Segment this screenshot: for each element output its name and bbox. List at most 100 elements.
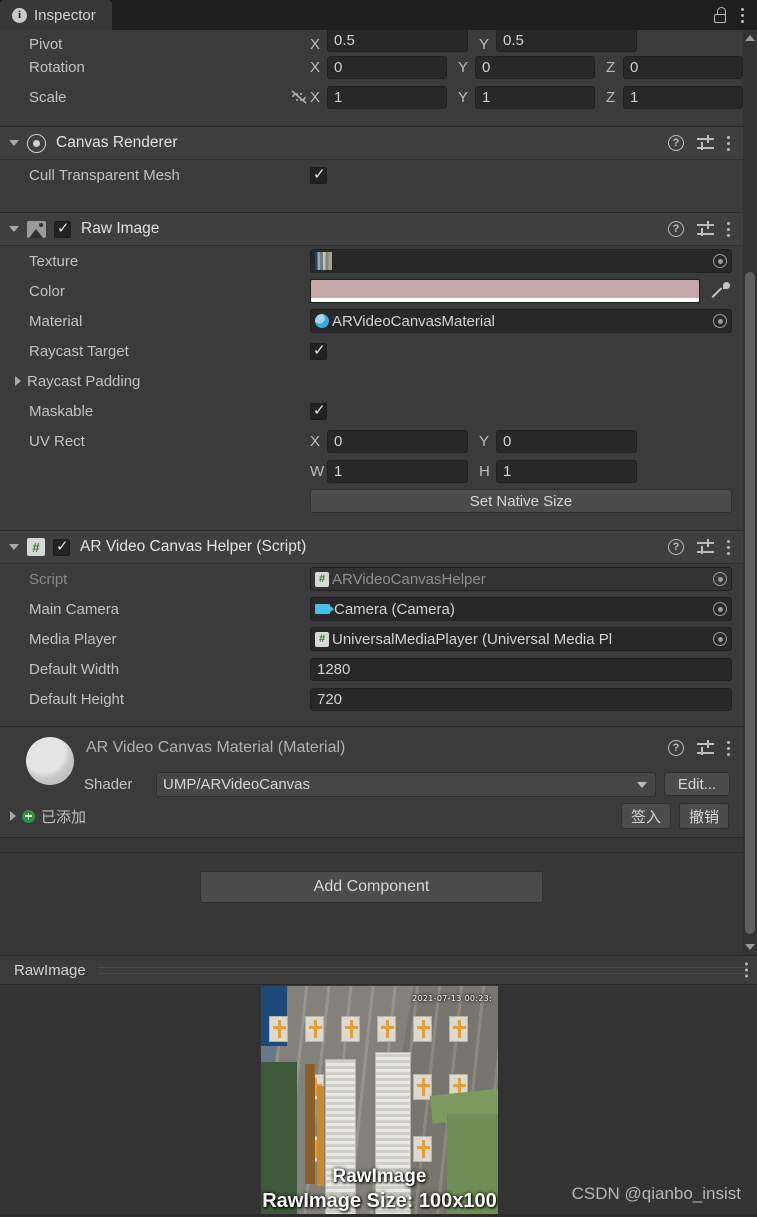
cull-transparent-mesh-checkbox[interactable] — [310, 165, 327, 184]
default-width-field[interactable]: 1280 — [310, 657, 732, 681]
preset-icon[interactable] — [697, 135, 714, 150]
row-shader: Shader UMP/ARVideoCanvas Edit... — [0, 769, 743, 799]
vcs-status-row: 已添加 签入 撤销 — [0, 799, 743, 833]
material-title: AR Video Canvas Material (Material) — [86, 739, 346, 756]
help-icon[interactable]: ? — [668, 135, 684, 151]
component-menu-icon[interactable] — [727, 135, 731, 151]
script-mini-icon: # — [315, 571, 329, 587]
preset-icon[interactable] — [697, 539, 714, 554]
shader-dropdown[interactable]: UMP/ARVideoCanvas — [156, 771, 656, 797]
uv-h-axis: H — [479, 462, 490, 480]
preview-tile — [377, 1016, 396, 1042]
rotation-x-field[interactable]: 0 — [327, 55, 447, 79]
shader-label: Shader — [84, 775, 133, 793]
script-object-field: # ARVideoCanvasHelper — [310, 567, 732, 591]
inspector-scrollbar[interactable] — [743, 30, 757, 955]
color-swatch — [311, 280, 699, 298]
scale-y-field[interactable]: 1 — [475, 85, 595, 109]
main-camera-label: Main Camera — [29, 600, 120, 618]
raw-image-title: Raw Image — [81, 220, 160, 237]
add-component-button[interactable]: Add Component — [200, 871, 543, 903]
link-off-icon[interactable] — [288, 89, 310, 105]
scroll-down-arrow-icon[interactable] — [745, 944, 755, 950]
edit-shader-button[interactable]: Edit... — [664, 772, 730, 796]
pivot-y-field[interactable]: 0.5 — [496, 30, 637, 52]
foldout-triangle-icon[interactable] — [9, 140, 19, 146]
help-icon[interactable]: ? — [668, 221, 684, 237]
raycast-target-checkbox[interactable] — [310, 341, 327, 360]
preview-tile — [269, 1016, 288, 1042]
eyedropper-icon[interactable] — [712, 282, 730, 300]
component-menu-icon[interactable] — [727, 740, 731, 756]
inspector-titlebar: i Inspector — [0, 0, 757, 30]
texture-object-field[interactable] — [310, 249, 732, 273]
rotation-z-field[interactable]: 0 — [623, 55, 743, 79]
row-maskable: Maskable — [0, 396, 743, 426]
component-header-raw-image[interactable]: Raw Image ? — [0, 212, 743, 246]
row-raycast-padding[interactable]: Raycast Padding — [0, 366, 743, 396]
preview-tile — [305, 1016, 324, 1042]
foldout-right-triangle-icon[interactable] — [10, 811, 16, 821]
unity-inspector-window: i Inspector Pivot X 0.5 Y 0.5 Rotation X… — [0, 0, 757, 1217]
helper-enabled-checkbox[interactable] — [53, 537, 70, 556]
main-camera-object-field[interactable]: Camera (Camera) — [310, 597, 732, 621]
vcs-status-label: 已添加 — [41, 808, 87, 826]
canvas-renderer-eye-icon — [27, 133, 46, 153]
row-default-width: Default Width 1280 — [0, 654, 743, 684]
lock-open-icon[interactable] — [713, 7, 727, 23]
raw-image-icon — [27, 220, 46, 238]
scroll-up-arrow-icon[interactable] — [745, 35, 755, 41]
object-picker-icon[interactable] — [713, 314, 727, 328]
component-header-canvas-renderer[interactable]: Canvas Renderer ? — [0, 126, 743, 160]
preview-drag-handle[interactable] — [97, 966, 747, 974]
default-width-label: Default Width — [29, 660, 120, 678]
scrollbar-thumb[interactable] — [745, 272, 755, 934]
uv-w-axis: W — [310, 462, 325, 480]
object-picker-icon[interactable] — [713, 254, 727, 268]
material-header[interactable]: AR Video Canvas Material (Material) ? — [0, 727, 743, 785]
material-object-field[interactable]: ARVideoCanvasMaterial — [310, 309, 732, 333]
kebab-menu-icon[interactable] — [741, 7, 745, 23]
scale-x-field[interactable]: 1 — [327, 85, 447, 109]
default-height-label: Default Height — [29, 690, 125, 708]
foldout-triangle-icon[interactable] — [9, 226, 19, 232]
rotation-label: Rotation — [29, 58, 85, 76]
preview-caption-line1: RawImage — [332, 1166, 427, 1187]
preview-caption: RawImage RawImage Size: 100x100 — [261, 1165, 498, 1213]
tab-inspector[interactable]: i Inspector — [0, 0, 112, 30]
uv-w-field[interactable]: 1 — [327, 459, 468, 483]
raycast-target-label: Raycast Target — [29, 342, 129, 360]
row-rotation: Rotation X 0 Y 0 Z 0 — [0, 52, 743, 82]
revert-button[interactable]: 撤销 — [678, 803, 729, 829]
rotation-y-field[interactable]: 0 — [475, 55, 595, 79]
help-icon[interactable]: ? — [668, 539, 684, 555]
uv-x-field[interactable]: 0 — [327, 429, 468, 453]
helper-title: AR Video Canvas Helper (Script) — [80, 538, 307, 555]
foldout-right-triangle-icon[interactable] — [15, 376, 21, 386]
scale-z-field[interactable]: 1 — [623, 85, 743, 109]
foldout-triangle-icon[interactable] — [9, 544, 19, 550]
maskable-checkbox[interactable] — [310, 401, 327, 420]
row-color: Color — [0, 276, 743, 306]
uv-h-field[interactable]: 1 — [496, 459, 637, 483]
preset-icon[interactable] — [697, 740, 714, 755]
checkin-button[interactable]: 签入 — [620, 803, 671, 829]
component-menu-icon[interactable] — [727, 539, 731, 555]
color-swatch-field[interactable] — [310, 279, 700, 303]
object-picker-icon[interactable] — [713, 602, 727, 616]
component-header-ar-video-canvas-helper[interactable]: # AR Video Canvas Helper (Script) ? — [0, 530, 743, 564]
texture-label: Texture — [29, 252, 79, 270]
pivot-x-field[interactable]: 0.5 — [327, 30, 468, 52]
object-picker-icon[interactable] — [713, 632, 727, 646]
row-script: Script # ARVideoCanvasHelper — [0, 564, 743, 594]
set-native-size-button[interactable]: Set Native Size — [310, 489, 732, 513]
preset-icon[interactable] — [697, 221, 714, 236]
default-height-field[interactable]: 720 — [310, 687, 732, 711]
component-menu-icon[interactable] — [727, 221, 731, 237]
raw-image-enabled-checkbox[interactable] — [54, 219, 71, 238]
preview-menu-icon[interactable] — [745, 962, 749, 978]
uv-y-field[interactable]: 0 — [496, 429, 637, 453]
color-alpha-bar — [311, 298, 699, 302]
media-player-object-field[interactable]: # UniversalMediaPlayer (Universal Media … — [310, 627, 732, 651]
help-icon[interactable]: ? — [668, 740, 684, 756]
